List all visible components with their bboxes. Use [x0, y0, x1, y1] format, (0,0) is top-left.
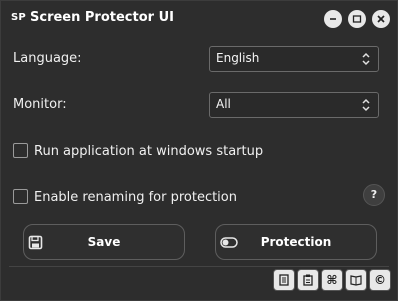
protection-button[interactable]: Protection: [215, 224, 377, 260]
close-button[interactable]: [372, 10, 390, 28]
help-button[interactable]: ?: [363, 184, 385, 206]
renaming-label[interactable]: Enable renaming for protection: [34, 190, 237, 205]
startup-checkbox[interactable]: [13, 143, 28, 158]
language-label: Language:: [13, 51, 82, 66]
command-icon: ⌘: [326, 273, 338, 287]
renaming-checkbox[interactable]: [13, 189, 28, 204]
title-bar[interactable]: SP Screen Protector UI: [1, 1, 397, 37]
updown-arrows-icon: [362, 98, 370, 112]
maximize-button[interactable]: [348, 10, 366, 28]
clipboard-icon: [303, 274, 313, 286]
monitor-label: Monitor:: [13, 97, 67, 112]
updown-arrows-icon: [362, 52, 370, 66]
minimize-icon: [330, 18, 336, 20]
clipboard-button[interactable]: [297, 269, 319, 291]
startup-label[interactable]: Run application at windows startup: [34, 144, 263, 159]
close-icon: [377, 15, 385, 23]
copyright-button[interactable]: ©: [369, 269, 391, 291]
document-icon: [279, 274, 289, 286]
book-button[interactable]: [345, 269, 367, 291]
language-select[interactable]: English: [209, 46, 379, 72]
monitor-value: All: [216, 97, 231, 111]
app-window: SP Screen Protector UI Language: English…: [0, 0, 398, 301]
monitor-select[interactable]: All: [209, 92, 379, 118]
language-value: English: [216, 51, 260, 65]
window-title: Screen Protector UI: [30, 10, 174, 25]
save-button[interactable]: Save: [23, 224, 185, 260]
protection-label: Protection: [260, 235, 332, 249]
save-label: Save: [87, 235, 121, 249]
minimize-button[interactable]: [324, 10, 342, 28]
copyright-icon: ©: [374, 273, 386, 287]
command-button[interactable]: ⌘: [321, 269, 343, 291]
document-button[interactable]: [273, 269, 295, 291]
footer-divider: [9, 266, 389, 267]
app-logo-icon: SP: [11, 12, 26, 23]
book-icon: [350, 275, 362, 286]
maximize-icon: [352, 15, 362, 23]
